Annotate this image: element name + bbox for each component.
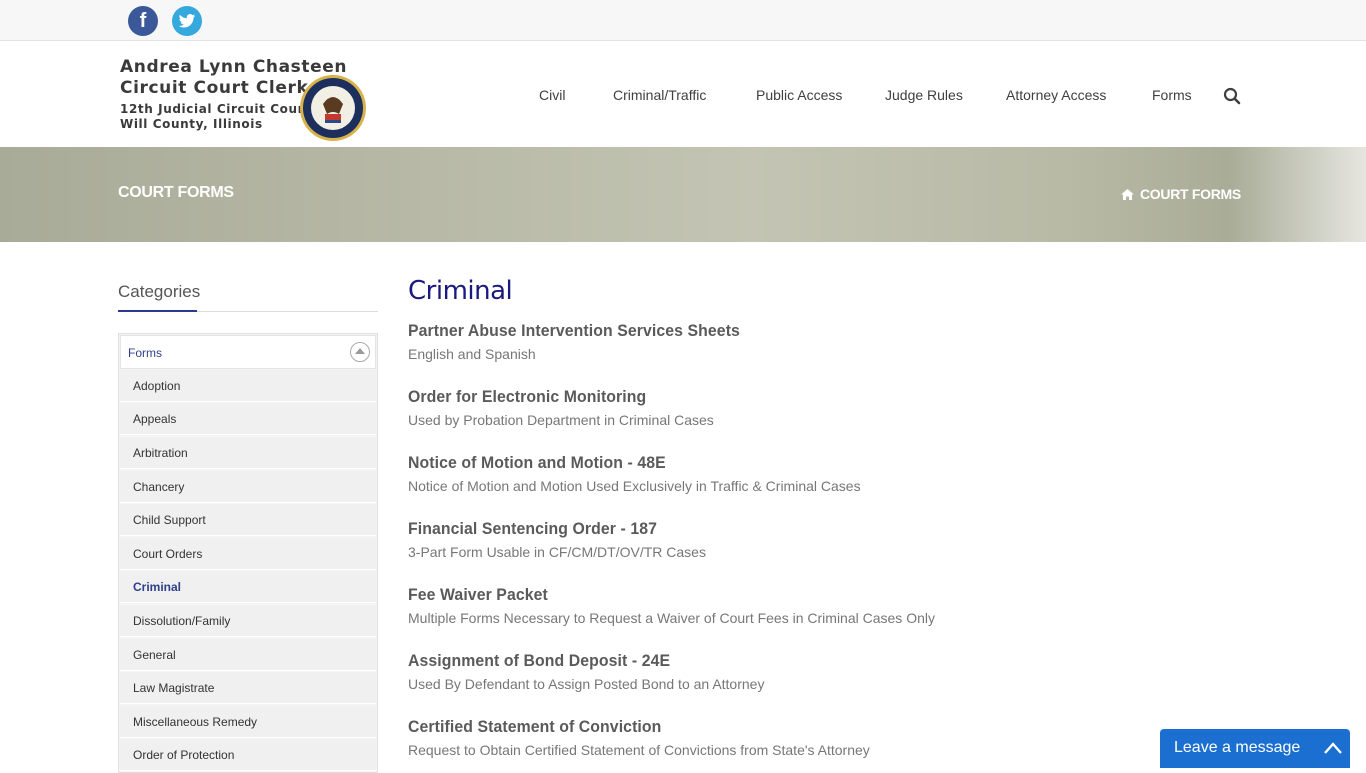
facebook-icon[interactable]: f (128, 6, 158, 36)
form-description: 3-Part Form Usable in CF/CM/DT/OV/TR Cas… (408, 544, 706, 560)
nav-attorney-access[interactable]: Attorney Access (1006, 87, 1106, 103)
form-description: Notice of Motion and Motion Used Exclusi… (408, 478, 861, 494)
site-header: Andrea Lynn Chasteen Circuit Court Clerk… (0, 41, 1366, 147)
main-nav: Civil Criminal/Traffic Public Access Jud… (0, 87, 1366, 107)
sidebar-item-general[interactable]: General (120, 639, 376, 671)
sidebar-item-child-support[interactable]: Child Support (120, 504, 376, 536)
nav-judge-rules[interactable]: Judge Rules (885, 87, 963, 103)
category-group-label: Forms (128, 346, 162, 360)
form-entry: Order for Electronic Monitoring Used by … (408, 387, 714, 428)
sidebar-item-dissolution-family[interactable]: Dissolution/Family (120, 605, 376, 637)
sidebar-item-label: Order of Protection (133, 748, 235, 762)
sidebar-item-label: Criminal (133, 580, 182, 594)
home-icon (1121, 188, 1134, 200)
sidebar-item-miscellaneous-remedy[interactable]: Miscellaneous Remedy (120, 706, 376, 738)
sidebar-item-law-magistrate[interactable]: Law Magistrate (120, 672, 376, 704)
chevron-up-icon (1324, 742, 1342, 754)
collapse-icon[interactable] (350, 342, 370, 362)
category-group-forms[interactable]: Forms (120, 335, 376, 369)
sidebar-title-underline (118, 310, 197, 312)
leave-message-button[interactable]: Leave a message (1160, 729, 1350, 768)
page-title: COURT FORMS (118, 184, 234, 201)
court-seal-icon (300, 75, 366, 141)
sidebar-item-label: Chancery (133, 480, 185, 494)
form-entry: Financial Sentencing Order - 187 3-Part … (408, 519, 706, 560)
sidebar-item-label: Child Support (133, 513, 206, 527)
form-title-link[interactable]: Notice of Motion and Motion - 48E (408, 453, 829, 473)
sidebar-item-label: Appeals (133, 412, 177, 426)
section-heading: Criminal (408, 276, 513, 306)
form-entry: Partner Abuse Intervention Services Shee… (408, 321, 765, 362)
breadcrumb-label: COURT FORMS (1140, 186, 1241, 202)
form-description: Used by Probation Department in Criminal… (408, 412, 714, 428)
sidebar-item-arbitration[interactable]: Arbitration (120, 437, 376, 469)
form-title-link[interactable]: Certified Statement of Conviction (408, 717, 837, 737)
nav-public-access[interactable]: Public Access (756, 87, 842, 103)
form-title-link[interactable]: Assignment of Bond Deposit - 24E (408, 651, 740, 671)
sidebar-item-label: Miscellaneous Remedy (133, 715, 258, 729)
sidebar-item-criminal[interactable]: Criminal (120, 571, 376, 603)
form-title-link[interactable]: Financial Sentencing Order - 187 (408, 519, 685, 539)
form-description: Used By Defendant to Assign Posted Bond … (408, 676, 765, 692)
form-description: English and Spanish (408, 346, 536, 362)
sidebar-item-court-orders[interactable]: Court Orders (120, 538, 376, 570)
breadcrumb[interactable]: COURT FORMS (1121, 186, 1241, 202)
sidebar-item-appeals[interactable]: Appeals (120, 403, 376, 435)
chat-label: Leave a message (1174, 739, 1301, 756)
form-title-link[interactable]: Partner Abuse Intervention Services Shee… (408, 321, 740, 341)
form-entry: Assignment of Bond Deposit - 24E Used By… (408, 651, 764, 692)
page-banner: COURT FORMS COURT FORMS (0, 147, 1366, 242)
search-icon[interactable] (1223, 87, 1241, 105)
sidebar-item-adoption[interactable]: Adoption (120, 370, 376, 402)
form-description: Request to Obtain Certified Statement of… (408, 742, 870, 758)
sidebar-item-label: General (133, 648, 176, 662)
nav-forms[interactable]: Forms (1152, 87, 1192, 103)
sidebar-item-order-of-protection[interactable]: Order of Protection (120, 739, 376, 771)
sidebar-item-label: Adoption (133, 379, 181, 393)
form-entry: Notice of Motion and Motion - 48E Notice… (408, 453, 861, 494)
sidebar-item-label: Dissolution/Family (133, 614, 231, 628)
nav-civil[interactable]: Civil (539, 87, 565, 103)
form-entry: Certified Statement of Conviction Reques… (408, 717, 870, 758)
nav-criminal-traffic[interactable]: Criminal/Traffic (613, 87, 706, 103)
form-description: Multiple Forms Necessary to Request a Wa… (408, 610, 935, 626)
sidebar-item-label: Arbitration (133, 446, 188, 460)
form-entry: Fee Waiver Packet Multiple Forms Necessa… (408, 585, 935, 626)
form-title-link[interactable]: Order for Electronic Monitoring (408, 387, 692, 407)
sidebar-title: Categories (118, 282, 201, 301)
form-title-link[interactable]: Fee Waiver Packet (408, 585, 898, 605)
sidebar-item-chancery[interactable]: Chancery (120, 471, 376, 503)
twitter-icon[interactable] (172, 6, 202, 36)
sidebar-item-label: Law Magistrate (133, 681, 215, 695)
sidebar-item-label: Court Orders (133, 547, 203, 561)
top-bar: f (0, 0, 1366, 41)
